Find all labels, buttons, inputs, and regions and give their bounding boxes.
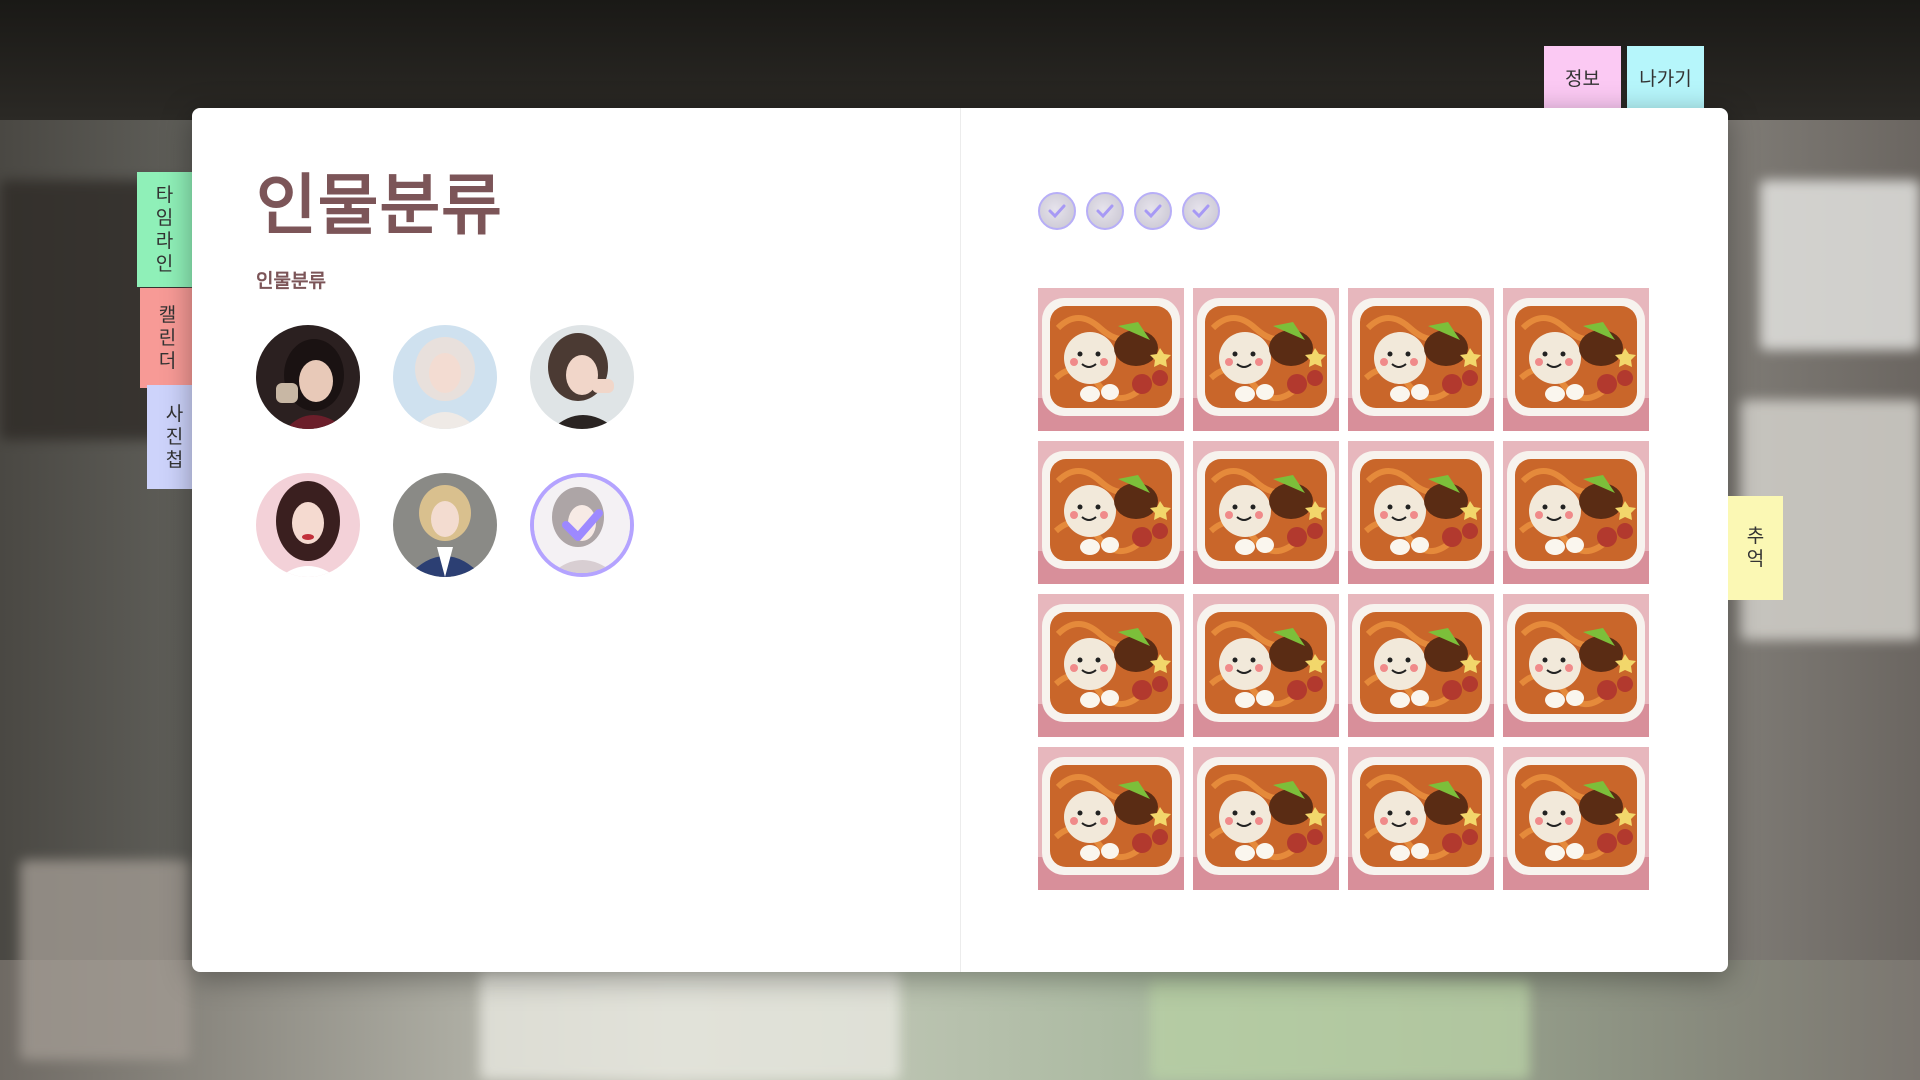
tab-char: 라 — [155, 229, 174, 252]
person-avatar-3[interactable] — [530, 325, 634, 429]
check-icon — [1192, 204, 1210, 219]
tab-exit-label: 나가기 — [1639, 67, 1692, 90]
bento-photo-image — [1348, 441, 1494, 584]
bento-photo-image — [1193, 594, 1339, 737]
portrait-image — [256, 473, 360, 577]
tab-char: 진 — [165, 425, 184, 448]
photo-thumbnail[interactable] — [1038, 441, 1184, 584]
tab-timeline[interactable]: 타 임 라 인 — [137, 172, 192, 287]
person-avatar-5[interactable] — [393, 473, 497, 577]
tab-memory[interactable]: 추 억 — [1728, 496, 1783, 600]
tab-char: 억 — [1746, 548, 1765, 570]
checkmark-icon — [562, 509, 603, 541]
bento-photo-image — [1193, 441, 1339, 584]
photo-thumbnail[interactable] — [1193, 288, 1339, 431]
photo-thumbnail[interactable] — [1038, 288, 1184, 431]
tab-char: 타 — [155, 183, 174, 206]
photo-grid — [1038, 288, 1649, 890]
portrait-image — [256, 325, 360, 429]
bento-photo-image — [1038, 594, 1184, 737]
photo-thumbnail[interactable] — [1348, 441, 1494, 584]
bento-photo-image — [1503, 594, 1649, 737]
bento-photo-image — [1503, 441, 1649, 584]
photo-thumbnail[interactable] — [1348, 747, 1494, 890]
filter-chip[interactable] — [1134, 192, 1172, 230]
tab-char: 더 — [158, 349, 177, 372]
photo-thumbnail[interactable] — [1503, 288, 1649, 431]
photo-thumbnail[interactable] — [1193, 594, 1339, 737]
tab-char: 인 — [155, 252, 174, 275]
tab-char: 사 — [165, 402, 184, 425]
photo-thumbnail[interactable] — [1193, 747, 1339, 890]
bento-photo-image — [1503, 288, 1649, 431]
person-avatar-1[interactable] — [256, 325, 360, 429]
tab-info[interactable]: 정보 — [1544, 46, 1621, 108]
portrait-image — [530, 325, 634, 429]
tab-exit[interactable]: 나가기 — [1627, 46, 1704, 108]
photo-thumbnail[interactable] — [1348, 288, 1494, 431]
filter-chip[interactable] — [1038, 192, 1076, 230]
bento-photo-image — [1193, 747, 1339, 890]
bento-photo-image — [1193, 288, 1339, 431]
photo-thumbnail[interactable] — [1193, 441, 1339, 584]
photo-thumbnail[interactable] — [1503, 747, 1649, 890]
photo-thumbnail[interactable] — [1503, 594, 1649, 737]
tab-info-label: 정보 — [1565, 67, 1600, 90]
album-book: 인물분류 인물분류 — [192, 108, 1728, 972]
bento-photo-image — [1038, 288, 1184, 431]
tab-calendar[interactable]: 캘 린 더 — [140, 288, 195, 388]
person-avatar-2[interactable] — [393, 325, 497, 429]
selected-filter-chips — [1038, 192, 1220, 230]
check-icon — [1096, 204, 1114, 219]
person-avatar-6-selected[interactable] — [530, 473, 634, 577]
photo-thumbnail[interactable] — [1038, 747, 1184, 890]
bento-photo-image — [1348, 288, 1494, 431]
tab-char: 첩 — [165, 448, 184, 471]
photo-thumbnail[interactable] — [1348, 594, 1494, 737]
section-subtitle: 인물분류 — [256, 270, 326, 292]
bento-photo-image — [1038, 441, 1184, 584]
page-divider — [960, 108, 961, 972]
tab-char: 임 — [155, 206, 174, 229]
tab-char: 추 — [1746, 525, 1765, 547]
page-title: 인물분류 — [256, 167, 503, 244]
portrait-image — [393, 325, 497, 429]
bento-photo-image — [1503, 747, 1649, 890]
person-avatar-4[interactable] — [256, 473, 360, 577]
bento-photo-image — [1348, 594, 1494, 737]
photo-thumbnail[interactable] — [1503, 441, 1649, 584]
bento-photo-image — [1038, 747, 1184, 890]
check-icon — [1048, 204, 1066, 219]
tab-char: 캘 — [158, 303, 177, 326]
check-icon — [1144, 204, 1162, 219]
filter-chip[interactable] — [1086, 192, 1124, 230]
tab-char: 린 — [158, 326, 177, 349]
filter-chip[interactable] — [1182, 192, 1220, 230]
portrait-image — [393, 473, 497, 577]
bento-photo-image — [1348, 747, 1494, 890]
photo-thumbnail[interactable] — [1038, 594, 1184, 737]
